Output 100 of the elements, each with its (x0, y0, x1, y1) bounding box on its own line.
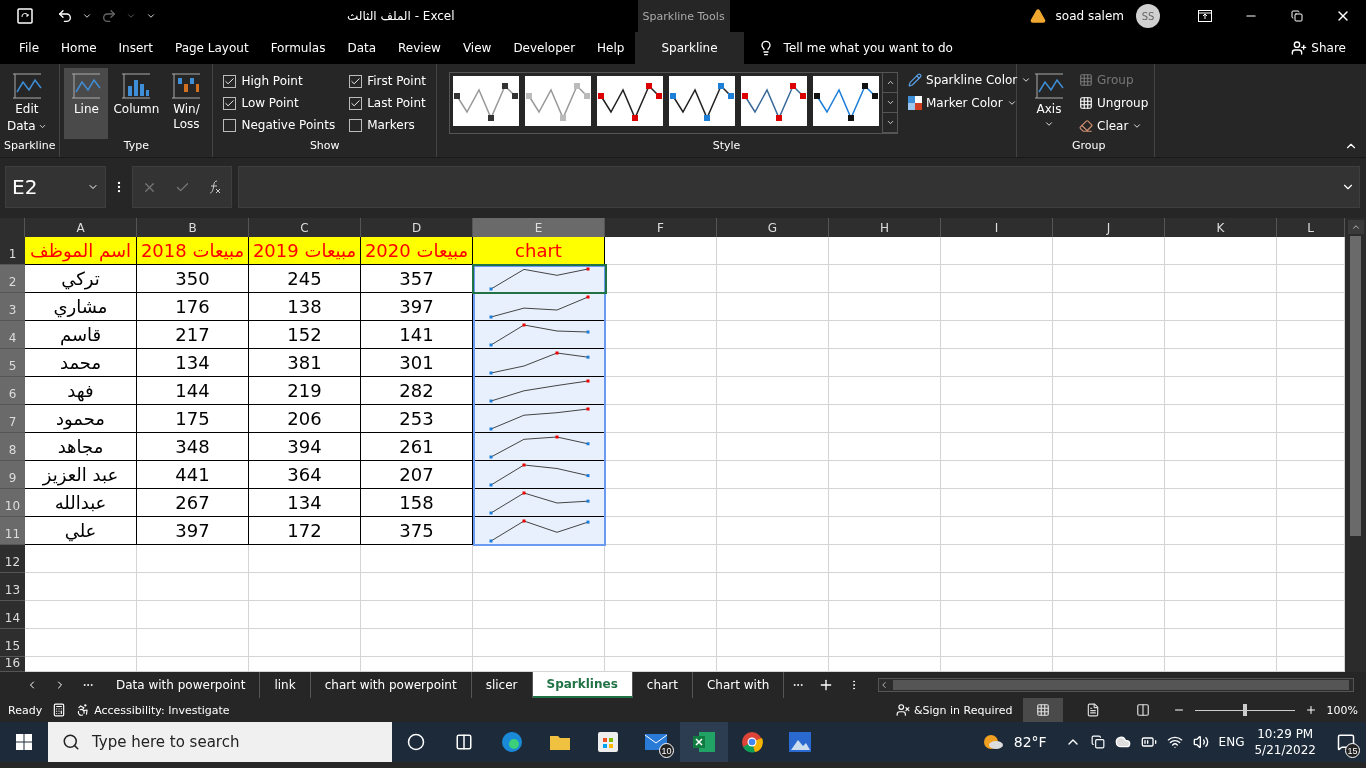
volume-icon[interactable] (1192, 734, 1209, 750)
share-button[interactable]: Share (1289, 36, 1348, 60)
sparkline-style-option[interactable] (813, 76, 879, 126)
weather-icon[interactable] (981, 734, 1004, 750)
user-avatar[interactable]: SS (1136, 4, 1160, 28)
checkbox[interactable]: Last Point (349, 92, 426, 114)
sparkline-cell[interactable] (473, 293, 605, 321)
column-header[interactable]: D (361, 218, 473, 237)
checkbox[interactable]: High Point (223, 70, 336, 92)
row-header[interactable]: 6 (0, 377, 25, 405)
checkbox[interactable]: Low Point (223, 92, 336, 114)
checkbox-box[interactable] (349, 118, 363, 132)
ribbon-tab[interactable]: Page Layout (163, 32, 260, 64)
ribbon-tab[interactable]: Sparkline (635, 32, 744, 64)
sparkline-cell[interactable] (473, 405, 605, 433)
sign-in-status[interactable]: &Sign in Required (914, 703, 1013, 717)
edit-data-button[interactable]: Edit Data (4, 68, 50, 139)
column-header[interactable]: H (829, 218, 941, 237)
sparkline-cell[interactable] (473, 433, 605, 461)
column-header[interactable]: B (137, 218, 249, 237)
formula-input[interactable] (238, 166, 1360, 208)
sparkline-cell[interactable] (473, 461, 605, 489)
column-header[interactable]: F (605, 218, 717, 237)
horizontal-scrollbar[interactable] (878, 678, 1354, 692)
ribbon-tab[interactable]: Insert (107, 32, 164, 64)
checkbox-box[interactable] (223, 74, 237, 88)
ribbon-tab[interactable]: Help (586, 32, 636, 64)
vertical-scrollbar[interactable] (1345, 218, 1366, 672)
accessibility-status[interactable]: Accessibility: Investigate (94, 703, 230, 717)
ribbon-tab[interactable]: File (8, 32, 51, 64)
scrollbar-thumb[interactable] (1350, 236, 1361, 536)
checkbox[interactable]: First Point (349, 70, 426, 92)
battery-icon[interactable] (1140, 734, 1157, 750)
row-header[interactable]: 13 (0, 573, 25, 601)
spreadsheet-app-icon[interactable] (680, 722, 728, 762)
ribbon-tab[interactable]: Review (387, 32, 452, 64)
mail-icon[interactable] (645, 734, 667, 750)
sparkline-cell[interactable] (473, 517, 605, 545)
wifi-icon[interactable] (1166, 734, 1183, 750)
row-header[interactable]: 11 (0, 517, 25, 545)
normal-view-icon[interactable] (1022, 698, 1063, 722)
macro-icon[interactable] (52, 703, 67, 717)
row-header[interactable]: 1 (0, 237, 25, 265)
row-header[interactable]: 9 (0, 461, 25, 489)
sparkline-type-button[interactable]: Win/ Loss (164, 68, 209, 139)
cloud-icon[interactable] (1114, 734, 1131, 750)
taskbar-search-field[interactable]: Type here to search (48, 722, 392, 762)
ribbon-tab[interactable]: View (451, 32, 503, 64)
row-header[interactable]: 15 (0, 629, 25, 657)
insert-function-icon[interactable] (208, 180, 222, 194)
row-header[interactable]: 14 (0, 601, 25, 629)
sparkline-type-button[interactable]: Line (64, 68, 109, 139)
sparkline-cell[interactable] (473, 349, 605, 377)
group-command-button[interactable]: Ungroup (1077, 91, 1151, 114)
checkbox-box[interactable] (223, 118, 237, 132)
column-header[interactable]: K (1165, 218, 1277, 237)
checkbox-box[interactable] (349, 96, 363, 110)
sparkline-cell[interactable] (473, 321, 605, 349)
sparkline-style-option[interactable] (453, 76, 519, 126)
group-command-button[interactable]: Clear (1077, 114, 1151, 137)
row-header[interactable]: 5 (0, 349, 25, 377)
sparkline-cell[interactable] (473, 489, 605, 517)
row-header[interactable]: 3 (0, 293, 25, 321)
ribbon-tab[interactable]: Developer (502, 32, 587, 64)
row-header[interactable]: 12 (0, 545, 25, 573)
column-header[interactable]: J (1053, 218, 1165, 237)
sparkline-style-option[interactable] (669, 76, 735, 126)
checkbox-box[interactable] (223, 96, 237, 110)
tell-me-search[interactable]: Tell me what you want to do (783, 41, 953, 55)
select-all-corner[interactable] (0, 218, 25, 237)
sparkline-type-button[interactable]: Column (110, 68, 163, 139)
accessibility-icon[interactable] (76, 703, 91, 717)
column-header[interactable]: A (25, 218, 137, 237)
column-header[interactable]: C (249, 218, 361, 237)
clock[interactable]: 10:29 PM 5/21/2022 (1254, 726, 1316, 758)
zoom-thumb[interactable] (1242, 704, 1247, 716)
row-header[interactable]: 7 (0, 405, 25, 433)
sheet-tab[interactable]: Sparklines (532, 672, 633, 698)
column-header[interactable]: G (717, 218, 829, 237)
ribbon-tab[interactable]: Home (50, 32, 108, 64)
scrollbar-thumb[interactable] (893, 680, 1349, 690)
column-header[interactable]: E (473, 218, 605, 237)
row-header[interactable]: 16 (0, 657, 25, 672)
ribbon-tab[interactable]: Formulas (259, 32, 337, 64)
checkbox[interactable]: Markers (349, 114, 426, 136)
zoom-in-icon[interactable] (1304, 704, 1317, 716)
row-header[interactable]: 8 (0, 433, 25, 461)
sparkline-cell[interactable] (473, 377, 605, 405)
row-header[interactable]: 2 (0, 265, 25, 293)
checkbox-box[interactable] (349, 74, 363, 88)
scroll-up-icon[interactable] (1347, 220, 1364, 234)
name-box[interactable]: E2 (5, 166, 106, 208)
row-header[interactable]: 4 (0, 321, 25, 349)
ribbon-tab[interactable]: Data (336, 32, 388, 64)
column-header[interactable]: L (1277, 218, 1345, 237)
language-indicator[interactable]: ENG (1218, 735, 1245, 749)
checkbox[interactable]: Negative Points (223, 114, 336, 136)
sparkline-style-option[interactable] (597, 76, 663, 126)
column-header[interactable]: I (941, 218, 1053, 237)
row-header[interactable]: 10 (0, 489, 25, 517)
